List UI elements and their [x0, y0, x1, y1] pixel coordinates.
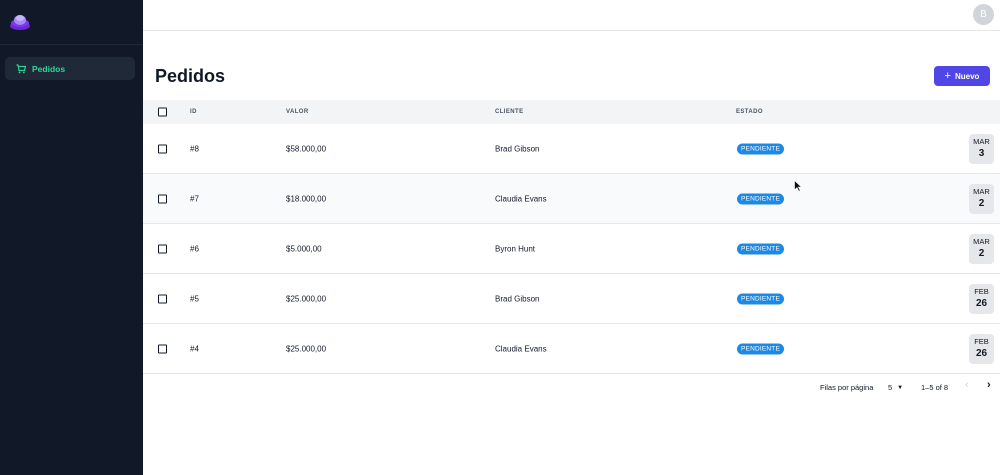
plus-icon: + [944, 69, 951, 82]
rows-per-page-value: 5 [888, 383, 893, 392]
pagination: Filas por página 5 ▼ 1–5 of 8 ‹ › [143, 374, 1000, 400]
cell-valor: $58.000,00 [286, 144, 327, 153]
table-row[interactable]: #5 $25.000,00 Brad Gibson PENDIENTE FEB … [143, 274, 1000, 324]
cell-id: #5 [190, 294, 199, 303]
date-day: 26 [975, 347, 988, 359]
cell-id: #6 [190, 244, 199, 253]
sidebar-header [0, 0, 143, 45]
row-checkbox[interactable] [158, 294, 167, 303]
status-badge: PENDIENTE [737, 143, 785, 154]
date-month: FEB [974, 287, 989, 297]
cell-cliente: Brad Gibson [495, 144, 540, 153]
status-badge: PENDIENTE [737, 193, 785, 204]
rows-per-page-label: Filas por página [820, 383, 874, 392]
date-month: MAR [973, 237, 990, 247]
table-row[interactable]: #8 $58.000,00 Brad Gibson PENDIENTE MAR … [143, 124, 1000, 174]
mouse-cursor-icon [794, 180, 802, 192]
date-month: FEB [974, 337, 989, 347]
page-title: Pedidos [155, 66, 226, 86]
avatar[interactable]: B [973, 4, 994, 25]
cell-valor: $18.000,00 [286, 194, 327, 203]
cell-cliente: Claudia Evans [495, 194, 547, 203]
select-all-checkbox[interactable] [158, 107, 167, 117]
sidebar-item-label: Pedidos [32, 63, 66, 74]
date-badge: MAR 3 [969, 133, 994, 164]
date-badge: FEB 26 [969, 283, 994, 314]
cell-id: #8 [190, 144, 199, 153]
row-checkbox[interactable] [158, 244, 167, 253]
cell-cliente: Byron Hunt [495, 244, 536, 253]
date-badge: MAR 2 [969, 183, 994, 214]
date-badge: MAR 2 [969, 233, 994, 264]
cell-valor: $25.000,00 [286, 344, 327, 353]
chevron-down-icon: ▼ [897, 384, 904, 391]
chevron-right-icon[interactable]: › [987, 379, 991, 391]
date-month: MAR [973, 137, 990, 147]
cell-valor: $25.000,00 [286, 294, 327, 303]
main-content: Pedidos + Nuevo ID VALOR CLIENTE ESTADO … [143, 31, 1000, 475]
row-checkbox[interactable] [158, 144, 167, 153]
cell-valor: $5.000,00 [286, 244, 322, 253]
date-day: 26 [975, 297, 988, 309]
date-day: 3 [978, 147, 985, 159]
cell-id: #7 [190, 194, 199, 203]
table-row[interactable]: #7 $18.000,00 Claudia Evans PENDIENTE MA… [143, 174, 1000, 224]
cell-cliente: Claudia Evans [495, 344, 547, 353]
date-day: 2 [978, 247, 985, 259]
pagination-range: 1–5 of 8 [921, 383, 949, 392]
sidebar: Pedidos [0, 0, 143, 475]
row-checkbox[interactable] [158, 194, 167, 203]
logo-icon [10, 15, 30, 30]
date-day: 2 [978, 197, 985, 209]
cell-id: #4 [190, 344, 199, 353]
top-bar: B [143, 0, 1000, 31]
sidebar-nav: Pedidos [0, 45, 143, 80]
table-header: ID VALOR CLIENTE ESTADO [143, 100, 1000, 124]
sidebar-item-pedidos[interactable]: Pedidos [5, 57, 135, 80]
rows-per-page-select[interactable]: 5 ▼ [888, 383, 903, 392]
cell-cliente: Brad Gibson [495, 294, 540, 303]
table-row[interactable]: #6 $5.000,00 Byron Hunt PENDIENTE MAR 2 [143, 224, 1000, 274]
column-header-estado[interactable]: ESTADO [736, 109, 763, 115]
column-header-valor[interactable]: VALOR [286, 109, 309, 115]
date-month: MAR [973, 187, 990, 197]
status-badge: PENDIENTE [737, 343, 785, 354]
row-checkbox[interactable] [158, 344, 167, 353]
orders-table: ID VALOR CLIENTE ESTADO #8 $58.000,00 Br… [143, 100, 1000, 374]
status-badge: PENDIENTE [737, 243, 785, 254]
column-header-cliente[interactable]: CLIENTE [495, 109, 523, 115]
table-row[interactable]: #4 $25.000,00 Claudia Evans PENDIENTE FE… [143, 324, 1000, 374]
new-button[interactable]: + Nuevo [934, 66, 990, 86]
new-button-label: Nuevo [954, 71, 980, 81]
status-badge: PENDIENTE [737, 293, 785, 304]
chevron-left-icon[interactable]: ‹ [965, 379, 969, 391]
date-badge: FEB 26 [969, 333, 994, 364]
cart-icon [16, 63, 26, 73]
column-header-id[interactable]: ID [190, 109, 197, 115]
